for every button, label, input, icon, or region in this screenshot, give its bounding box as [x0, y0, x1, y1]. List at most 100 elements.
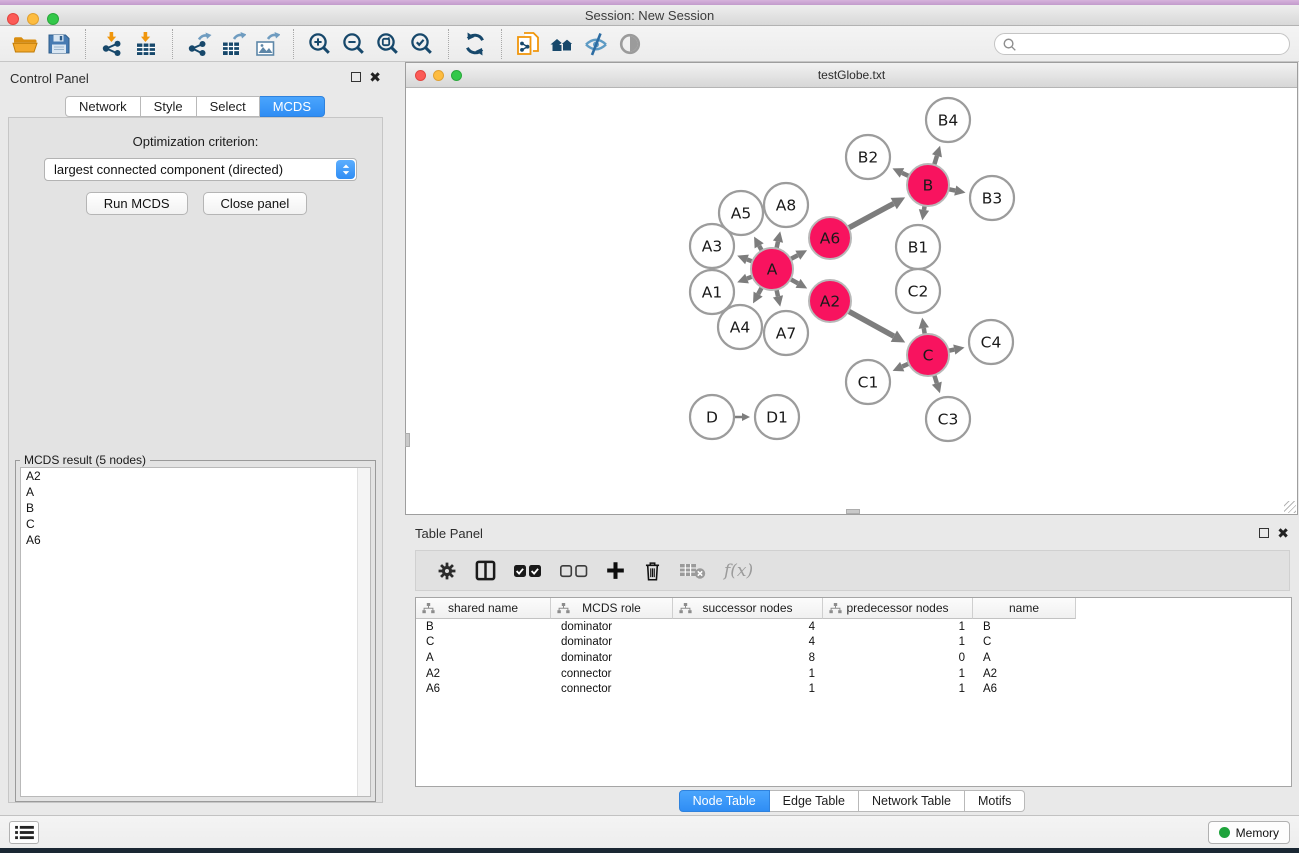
table-close-panel-icon[interactable]: ✖: [1277, 528, 1289, 538]
graph-node-C[interactable]: C: [907, 334, 949, 376]
mcds-result-item[interactable]: B: [21, 500, 370, 516]
graph-node-B3[interactable]: B3: [970, 176, 1014, 220]
tab-style[interactable]: Style: [141, 96, 197, 117]
graph-node-A7[interactable]: A7: [764, 311, 808, 355]
search-input[interactable]: [1017, 35, 1289, 53]
settings-gear-icon[interactable]: [436, 556, 458, 586]
network-close-icon[interactable]: [415, 70, 426, 81]
table-float-panel-icon[interactable]: [1259, 528, 1269, 538]
deselect-all-icon[interactable]: [559, 556, 589, 586]
mcds-result-item[interactable]: A2: [21, 468, 370, 484]
horizontal-scrollbar-thumb[interactable]: [846, 509, 860, 514]
tab-mcds[interactable]: MCDS: [260, 96, 325, 117]
duplicate-network-icon[interactable]: [511, 29, 545, 59]
tab-network[interactable]: Network: [65, 96, 141, 117]
graph-edge-A6-B[interactable]: [847, 197, 905, 229]
mcds-result-item[interactable]: A6: [21, 532, 370, 548]
graph-node-B4[interactable]: B4: [926, 98, 970, 142]
panel-list-button[interactable]: [9, 821, 39, 844]
zoom-in-icon[interactable]: [303, 29, 337, 59]
graph-node-D[interactable]: D: [690, 395, 734, 439]
run-mcds-button[interactable]: Run MCDS: [86, 192, 188, 215]
table-row[interactable]: A2connector11A2: [416, 666, 1291, 682]
graph-edge-B-B4[interactable]: [932, 146, 942, 167]
zoom-window-icon[interactable]: [47, 13, 59, 25]
column-header-mcds-role[interactable]: MCDS role: [551, 598, 673, 619]
graph-edge-A-A6[interactable]: [789, 250, 807, 260]
refresh-layout-icon[interactable]: [458, 29, 492, 59]
graph-node-A[interactable]: A: [751, 248, 793, 290]
add-column-icon[interactable]: [605, 556, 626, 586]
minimize-window-icon[interactable]: [27, 13, 39, 25]
zoom-out-icon[interactable]: [337, 29, 371, 59]
close-panel-button[interactable]: Close panel: [203, 192, 308, 215]
network-minimize-icon[interactable]: [433, 70, 444, 81]
first-neighbors-icon[interactable]: [545, 29, 579, 59]
import-network-icon[interactable]: [95, 29, 129, 59]
graph-edge-A-A4[interactable]: [753, 286, 763, 304]
column-header-successor-nodes[interactable]: successor nodes: [673, 598, 823, 619]
table-row[interactable]: Adominator80A: [416, 650, 1291, 666]
mcds-result-item[interactable]: A: [21, 484, 370, 500]
export-table-icon[interactable]: [216, 29, 250, 59]
search-box[interactable]: [994, 33, 1290, 55]
tab-node-table[interactable]: Node Table: [679, 790, 770, 812]
column-header-shared-name[interactable]: shared name: [416, 598, 551, 619]
vertical-scrollbar-thumb[interactable]: [405, 433, 410, 447]
mcds-result-list[interactable]: A2ABCA6: [20, 467, 371, 797]
graph-node-C4[interactable]: C4: [969, 320, 1013, 364]
memory-button[interactable]: Memory: [1208, 821, 1290, 844]
close-window-icon[interactable]: [7, 13, 19, 25]
node-table[interactable]: shared nameMCDS rolesuccessor nodesprede…: [415, 597, 1292, 787]
network-graph[interactable]: AA6A2BCA5A8A3A1A4A7B2B4B3B1C2C4C1C3DD1: [406, 88, 1297, 514]
graph-node-A3[interactable]: A3: [690, 224, 734, 268]
graph-node-B2[interactable]: B2: [846, 135, 890, 179]
tab-edge-table[interactable]: Edge Table: [770, 790, 859, 812]
mcds-result-item[interactable]: C: [21, 516, 370, 532]
hide-selected-icon[interactable]: [579, 29, 613, 59]
graph-node-A8[interactable]: A8: [764, 183, 808, 227]
toolbar-separator: [85, 29, 86, 59]
graph-node-A1[interactable]: A1: [690, 270, 734, 314]
tab-network-table[interactable]: Network Table: [859, 790, 965, 812]
tab-motifs[interactable]: Motifs: [965, 790, 1025, 812]
graph-node-B[interactable]: B: [907, 164, 949, 206]
network-zoom-icon[interactable]: [451, 70, 462, 81]
graph-node-C3[interactable]: C3: [926, 397, 970, 441]
column-header-predecessor-nodes[interactable]: predecessor nodes: [823, 598, 973, 619]
graph-node-C1[interactable]: C1: [846, 360, 890, 404]
resize-grip-icon[interactable]: [1284, 501, 1296, 513]
float-panel-icon[interactable]: [351, 72, 361, 82]
export-network-icon[interactable]: [182, 29, 216, 59]
optimization-criterion-select[interactable]: largest connected component (directed): [44, 158, 357, 181]
graph-node-A2[interactable]: A2: [809, 280, 851, 322]
delete-column-icon[interactable]: [642, 556, 663, 586]
open-session-icon[interactable]: [8, 29, 42, 59]
network-window-titlebar[interactable]: testGlobe.txt: [406, 63, 1297, 88]
select-all-icon[interactable]: [513, 556, 543, 586]
import-table-icon[interactable]: [129, 29, 163, 59]
show-all-icon[interactable]: [613, 29, 647, 59]
show-columns-icon[interactable]: [474, 556, 497, 586]
graph-node-D1[interactable]: D1: [755, 395, 799, 439]
table-row[interactable]: Cdominator41C: [416, 635, 1291, 651]
result-scrollbar[interactable]: [357, 468, 370, 796]
table-row[interactable]: A6connector11A6: [416, 681, 1291, 697]
tab-select[interactable]: Select: [197, 96, 260, 117]
function-builder-icon[interactable]: f(x): [724, 561, 753, 581]
graph-node-B1[interactable]: B1: [896, 225, 940, 269]
graph-edge-A-A2[interactable]: [789, 278, 808, 288]
graph-node-A6[interactable]: A6: [809, 217, 851, 259]
graph-node-C2[interactable]: C2: [896, 269, 940, 313]
network-canvas[interactable]: AA6A2BCA5A8A3A1A4A7B2B4B3B1C2C4C1C3DD1: [406, 88, 1297, 514]
close-panel-icon[interactable]: ✖: [369, 72, 381, 82]
column-header-name[interactable]: name: [973, 598, 1076, 619]
zoom-selected-icon[interactable]: [405, 29, 439, 59]
table-row[interactable]: Bdominator41B: [416, 619, 1291, 635]
export-image-icon[interactable]: [250, 29, 284, 59]
graph-edge-A2-C[interactable]: [847, 310, 906, 342]
save-session-icon[interactable]: [42, 29, 76, 59]
zoom-fit-icon[interactable]: [371, 29, 405, 59]
table-cell-predecessor-nodes: 1: [823, 683, 973, 695]
graph-node-A4[interactable]: A4: [718, 305, 762, 349]
